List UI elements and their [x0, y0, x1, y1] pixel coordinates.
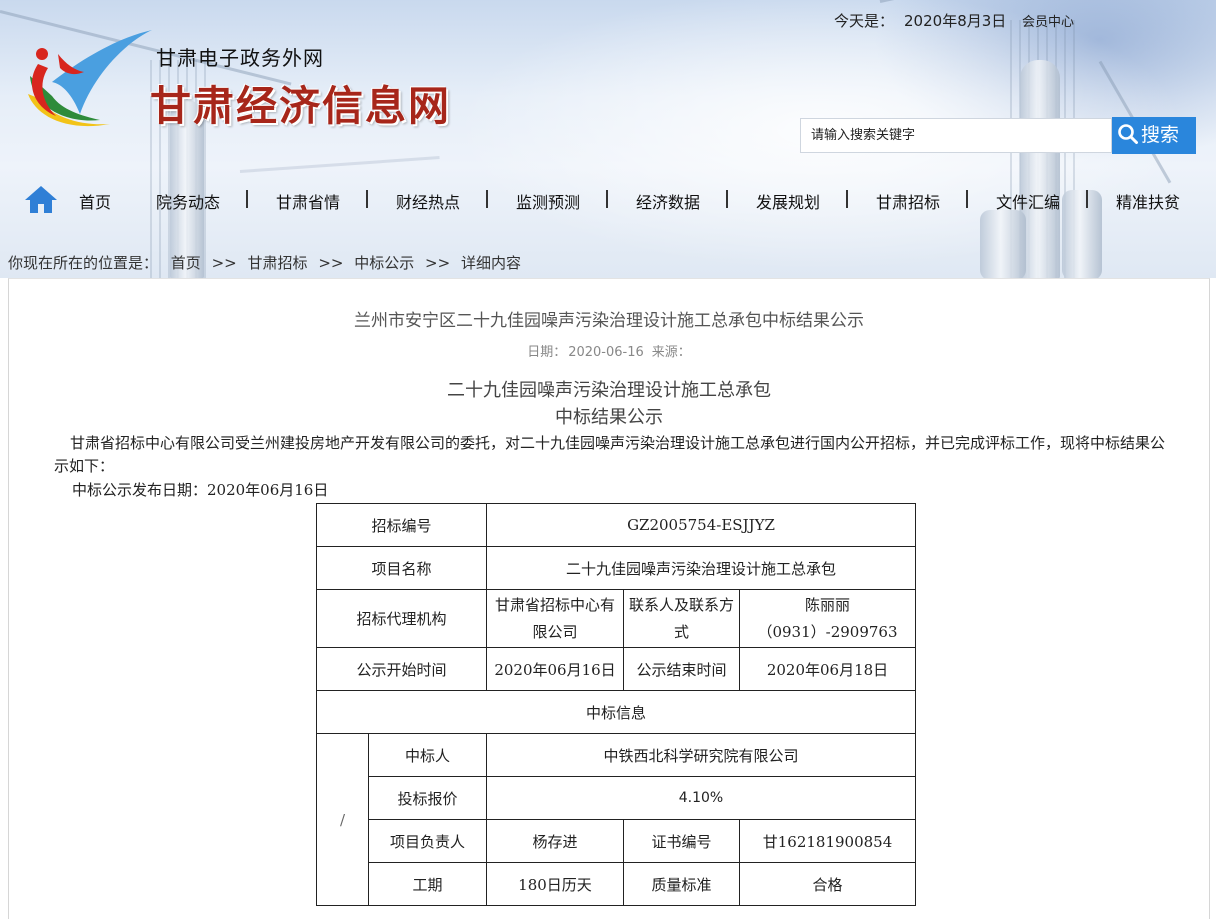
- nav-divider: [966, 190, 968, 208]
- award-table: 招标编号 GZ2005754-ESJJYZ 项目名称 二十九佳园噪声污染治理设计…: [316, 503, 916, 906]
- logo-icon: [22, 24, 162, 134]
- nav-item-home[interactable]: 首页: [79, 189, 111, 213]
- contact-label: 联系人及联系方式: [623, 589, 740, 648]
- table-row: 公示开始时间 2020年06月16日 公示结束时间 2020年06月18日: [316, 647, 916, 691]
- site-title: 甘肃经济信息网: [150, 82, 451, 130]
- article-title: 兰州市安宁区二十九佳园噪声污染治理设计施工总承包中标结果公示: [354, 311, 864, 331]
- breadcrumb-separator: >>: [211, 254, 237, 272]
- breadcrumb-award-notice[interactable]: 中标公示: [354, 254, 414, 272]
- manager-label: 项目负责人: [368, 819, 487, 863]
- table-row: 中标信息: [316, 690, 916, 734]
- publish-date: 中标公示发布日期：2020年06月16日: [72, 481, 329, 499]
- source-label: 来源：: [651, 345, 691, 360]
- today-value: 2020年8月3日: [904, 12, 1007, 30]
- article-heading-line2: 中标结果公示: [555, 407, 663, 428]
- cert-value: 甘162181900854: [739, 819, 916, 863]
- table-row: 项目负责人 杨存进 证书编号 甘162181900854: [317, 819, 916, 863]
- table-row: 招标代理机构 甘肃省招标中心有限公司 联系人及联系方式 陈丽丽 （0931）-2…: [316, 589, 916, 648]
- today-label: 今天是：: [834, 12, 895, 30]
- table-row: 投标报价 4.10%: [317, 776, 916, 820]
- nav-divider: [246, 190, 248, 208]
- winner-value: 中铁西北科学研究院有限公司: [486, 733, 916, 777]
- price-label: 投标报价: [368, 776, 487, 820]
- date-label: 日期：: [527, 345, 567, 360]
- winner-info-label: 中标信息: [316, 690, 916, 734]
- article-date: 2020-06-16: [568, 345, 644, 360]
- article-panel: 兰州市安宁区二十九佳园噪声污染治理设计施工总承包中标结果公示 日期： 2020-0…: [8, 278, 1210, 919]
- nav-divider: [726, 190, 728, 208]
- nav-item-economic-data[interactable]: 经济数据: [636, 189, 700, 213]
- search-button-label: 搜索: [1141, 124, 1180, 146]
- manager-value: 杨存进: [486, 819, 624, 863]
- end-label: 公示结束时间: [623, 647, 740, 691]
- breadcrumb-home[interactable]: 首页: [171, 254, 201, 272]
- breadcrumb-prefix: 你现在所在的位置是：: [8, 254, 159, 272]
- contact-phone: （0931）-2909763: [757, 622, 898, 641]
- table-row: 招标编号 GZ2005754-ESJJYZ: [316, 503, 916, 547]
- search-button[interactable]: 搜索: [1112, 117, 1196, 154]
- nav-item-news[interactable]: 院务动态: [156, 189, 220, 213]
- contact-value: 陈丽丽 （0931）-2909763: [739, 589, 916, 648]
- duration-label: 工期: [368, 862, 487, 906]
- nav-item-poverty[interactable]: 精准扶贫: [1116, 189, 1180, 213]
- end-value: 2020年06月18日: [739, 647, 916, 691]
- member-center-link[interactable]: 会员中心: [1022, 11, 1074, 30]
- nav-divider: [1086, 190, 1088, 208]
- nav-divider: [366, 190, 368, 208]
- article-meta: 日期： 2020-06-16 来源：: [9, 341, 1209, 360]
- quality-label: 质量标准: [623, 862, 740, 906]
- duration-value: 180日历天: [486, 862, 624, 906]
- price-value: 4.10%: [486, 776, 916, 820]
- nav-item-province[interactable]: 甘肃省情: [276, 189, 340, 213]
- home-icon[interactable]: [24, 184, 58, 218]
- start-label: 公示开始时间: [316, 647, 487, 691]
- start-value: 2020年06月16日: [486, 647, 624, 691]
- contact-name: 陈丽丽: [804, 595, 850, 614]
- nav-item-planning[interactable]: 发展规划: [756, 189, 820, 213]
- table-row: 项目名称 二十九佳园噪声污染治理设计施工总承包: [316, 546, 916, 590]
- winner-label: 中标人: [368, 733, 487, 777]
- main-nav: 首页 院务动态 甘肃省情 财经热点 监测预测 经济数据 发展规划 甘肃招标 文件…: [0, 178, 1216, 220]
- breadcrumb-separator: >>: [425, 254, 451, 272]
- quality-value: 合格: [739, 862, 916, 906]
- project-label: 项目名称: [316, 546, 487, 590]
- slash-cell: /: [316, 733, 369, 906]
- article-intro: 甘肃省招标中心有限公司受兰州建投房地产开发有限公司的委托，对二十九佳园噪声污染治…: [54, 434, 1166, 475]
- cert-label: 证书编号: [623, 819, 740, 863]
- nav-item-tender[interactable]: 甘肃招标: [876, 189, 940, 213]
- search-input[interactable]: 请输入搜索关键字: [800, 118, 1112, 153]
- breadcrumb: 你现在所在的位置是： 首页 >> 甘肃招标 >> 中标公示 >> 详细内容: [8, 252, 521, 273]
- bid-no-label: 招标编号: [316, 503, 487, 547]
- agency-value: 甘肃省招标中心有限公司: [486, 589, 624, 648]
- nav-divider: [486, 190, 488, 208]
- agency-label: 招标代理机构: [316, 589, 487, 648]
- breadcrumb-separator: >>: [318, 254, 344, 272]
- nav-item-finance[interactable]: 财经热点: [396, 189, 460, 213]
- bid-no-value: GZ2005754-ESJJYZ: [486, 503, 916, 547]
- article-heading-line1: 二十九佳园噪声污染治理设计施工总承包: [447, 380, 771, 401]
- project-value: 二十九佳园噪声污染治理设计施工总承包: [486, 546, 916, 590]
- table-row: / 中标人 中铁西北科学研究院有限公司: [316, 733, 916, 906]
- breadcrumb-current: 详细内容: [460, 254, 521, 272]
- search-icon: [1118, 124, 1138, 144]
- site-subtitle: 甘肃电子政务外网: [156, 46, 324, 70]
- nav-divider: [606, 190, 608, 208]
- nav-item-monitor[interactable]: 监测预测: [516, 189, 580, 213]
- nav-divider: [846, 190, 848, 208]
- breadcrumb-tender[interactable]: 甘肃招标: [248, 254, 308, 272]
- nav-item-documents[interactable]: 文件汇编: [996, 189, 1060, 213]
- table-row: 工期 180日历天 质量标准 合格: [317, 862, 916, 906]
- today-date: 今天是： 2020年8月3日: [834, 10, 1006, 31]
